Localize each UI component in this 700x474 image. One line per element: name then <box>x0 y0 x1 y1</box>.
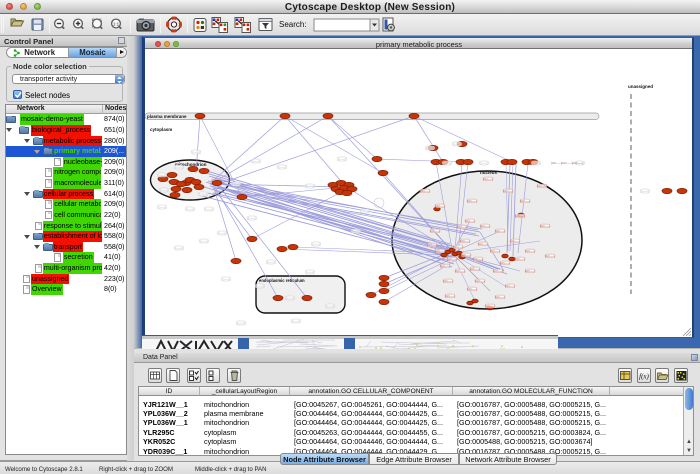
svg-text:[GO——]: [GO——] <box>430 230 441 233</box>
svg-text:[——]: [——] <box>268 260 275 264</box>
svg-text:[GO——]: [GO——] <box>470 268 481 271</box>
svg-text:[GO——]: [GO——] <box>495 296 506 299</box>
svg-text:[GO——]: [GO——] <box>503 190 514 193</box>
svg-text:unassigned: unassigned <box>628 84 653 89</box>
svg-text:[——]: [——] <box>481 161 488 165</box>
svg-text:[GO——]: [GO——] <box>475 280 486 283</box>
svg-text:[——]: [——] <box>159 205 166 209</box>
svg-text:[——]: [——] <box>223 277 230 281</box>
svg-text:[GO——]: [GO——] <box>467 288 478 291</box>
svg-text:cytoplasm: cytoplasm <box>150 127 172 132</box>
svg-text:[GO——]: [GO——] <box>525 250 536 253</box>
svg-text:[——]: [——] <box>159 173 166 177</box>
svg-text:[GO——][GO——][GO——]: [GO——][GO——][GO——] <box>551 161 583 165</box>
svg-text:[GO——]: [GO——] <box>435 250 446 253</box>
svg-text:[GO——]: [GO——] <box>427 244 438 247</box>
svg-text:[——]: [——] <box>307 270 314 274</box>
svg-text:[GO——]: [GO——] <box>483 178 494 181</box>
svg-text:[GO——]: [GO——] <box>443 280 454 283</box>
svg-text:[GO——]: [GO——] <box>493 270 504 273</box>
svg-text:[——]: [——] <box>233 182 240 186</box>
svg-text:[——]: [——] <box>206 207 213 211</box>
svg-text:[GO——]: [GO——] <box>537 185 548 188</box>
svg-text:Search:: Search: <box>279 20 307 29</box>
svg-text:[GO——]: [GO——] <box>478 243 489 246</box>
svg-text:[——]: [——] <box>353 229 360 233</box>
svg-text:[GO——]: [GO——] <box>461 254 472 257</box>
svg-text:[GO——]: [GO——] <box>440 265 451 268</box>
svg-text:[——]: [——] <box>313 242 320 246</box>
svg-text:[——]: [——] <box>307 184 314 188</box>
svg-text:[——]: [——] <box>187 207 194 211</box>
svg-text:1:1: 1:1 <box>113 22 120 27</box>
svg-text:[——]: [——] <box>238 321 245 325</box>
svg-text:[GO——]: [GO——] <box>480 225 491 228</box>
svg-text:[GO——]: [GO——] <box>455 270 466 273</box>
svg-text:endoplasmic reticulum: endoplasmic reticulum <box>259 278 305 283</box>
svg-text:[GO——]: [GO——] <box>520 200 531 203</box>
svg-text:[——]: [——] <box>161 188 168 192</box>
svg-text:[GO——]: [GO——] <box>467 200 478 203</box>
svg-text:[GO——]: [GO——] <box>525 270 536 273</box>
svg-text:[GO——]: [GO——] <box>510 240 521 243</box>
svg-text:[——]: [——] <box>257 284 264 288</box>
svg-text:[GO——]: [GO——] <box>447 258 458 261</box>
svg-text:[——]: [——] <box>642 189 649 193</box>
svg-text:[GO——]: [GO——] <box>515 258 526 261</box>
svg-text:[GO——]: [GO——] <box>500 262 511 265</box>
svg-text:[GO——]: [GO——] <box>540 225 551 228</box>
svg-text:[GO——]: [GO——] <box>420 190 431 193</box>
svg-text:[GO——]: [GO——] <box>490 250 501 253</box>
svg-text:[——]: [——] <box>219 231 226 235</box>
svg-text:[——]: [——] <box>200 192 207 196</box>
svg-text:[——]: [——] <box>427 146 434 150</box>
svg-text:f(x): f(x) <box>639 373 649 381</box>
svg-text:[GO——]: [GO——] <box>453 246 464 249</box>
svg-text:[GO——]: [GO——] <box>473 258 484 261</box>
svg-text:[GO——]: [GO——] <box>515 215 526 218</box>
svg-text:[——]: [——] <box>444 161 451 165</box>
svg-text:[——]: [——] <box>339 157 346 161</box>
svg-text:[——]: [——] <box>253 159 260 163</box>
svg-text:[——]: [——] <box>533 161 540 165</box>
svg-text:[——]: [——] <box>454 142 461 146</box>
svg-text:[——]: [——] <box>327 304 334 308</box>
svg-text:[——]: [——] <box>293 319 300 323</box>
svg-text:plasma membrane: plasma membrane <box>147 114 187 119</box>
svg-text:[——]: [——] <box>287 296 294 300</box>
svg-text:[GO——]: [GO——] <box>435 205 446 208</box>
svg-text:[GO——]: [GO——] <box>457 226 468 229</box>
svg-text:[GO——]: [GO——] <box>505 285 516 288</box>
svg-text:[——]: [——] <box>193 150 200 154</box>
svg-text:[——]: [——] <box>362 209 369 213</box>
svg-text:nucleus: nucleus <box>480 170 498 175</box>
svg-text:[——]: [——] <box>249 216 256 220</box>
svg-text:[——]: [——] <box>176 246 183 250</box>
svg-text:[GO——]: [GO——] <box>460 240 471 243</box>
svg-text:[GO——]: [GO——] <box>465 220 476 223</box>
svg-text:[GO——]: [GO——] <box>485 305 496 308</box>
svg-text:[——]: [——] <box>279 165 286 169</box>
svg-text:[GO——]: [GO——] <box>495 230 506 233</box>
svg-text:[——]: [——] <box>201 239 208 243</box>
svg-text:[GO——]: [GO——] <box>545 255 556 258</box>
svg-text:[——]: [——] <box>176 165 183 169</box>
svg-text:[GO——]: [GO——] <box>445 295 456 298</box>
